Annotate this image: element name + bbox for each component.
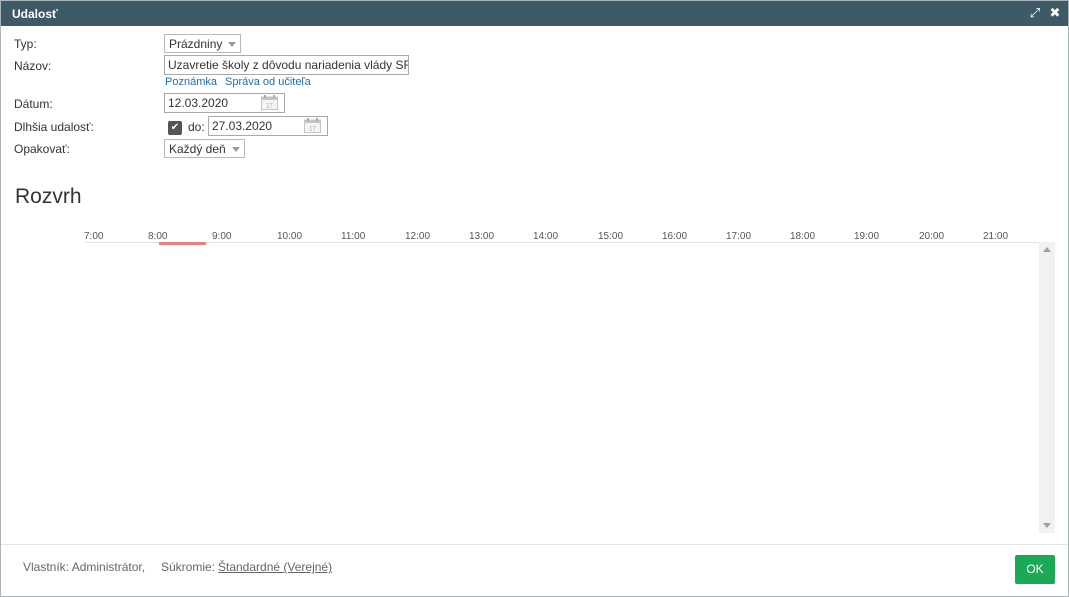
privacy-link[interactable]: Štandardné (Verejné) [218, 560, 332, 574]
hour-label: 10:00 [277, 231, 303, 242]
hour-label: 12:00 [405, 231, 431, 242]
hour-label: 8:00 [148, 231, 168, 242]
opakovat-label: Opakovať: [14, 142, 70, 156]
schedule-scrollbar[interactable] [1039, 242, 1055, 533]
nazov-label: Názov: [14, 59, 52, 73]
timeline-axis [85, 242, 1039, 243]
hour-label: 15:00 [598, 231, 624, 242]
dialog-title: Udalosť [12, 7, 58, 21]
dlhsia-checkbox[interactable]: ✔ [168, 121, 182, 135]
scroll-down-icon[interactable] [1043, 523, 1051, 528]
hour-label: 13:00 [469, 231, 495, 242]
dlhsia-label: Dlhšia udalosť: [14, 120, 94, 134]
calendar-icon[interactable]: 17 [261, 95, 278, 110]
ok-button[interactable]: OK [1015, 555, 1055, 584]
hour-label: 7:00 [84, 231, 104, 242]
event-dialog: Udalosť ⤢ ✖ Typ: Prázdniny Názov: Uzavre… [0, 0, 1069, 597]
hour-label: 11:00 [341, 231, 366, 242]
privacy-label: Súkromie: [161, 560, 216, 574]
event-marker [159, 242, 206, 245]
dialog-titlebar: Udalosť ⤢ ✖ [1, 1, 1068, 26]
calendar-icon[interactable]: 17 [304, 118, 321, 133]
hour-label: 20:00 [919, 231, 945, 242]
scroll-up-icon[interactable] [1043, 247, 1051, 252]
checkmark-icon: ✔ [170, 122, 180, 133]
hour-label: 16:00 [662, 231, 688, 242]
hour-label: 17:00 [726, 231, 752, 242]
opakovat-select-value: Každý deň [169, 142, 226, 156]
do-label: do: [188, 120, 205, 134]
hour-label: 9:00 [212, 231, 232, 242]
owner-text: Vlastník: Administrátor, [23, 560, 146, 574]
hour-label: 21:00 [983, 231, 1009, 242]
calendar-day: 17 [266, 104, 273, 110]
typ-select-value: Prázdniny [169, 37, 223, 51]
close-icon[interactable]: ✖ [1047, 5, 1063, 21]
expand-icon[interactable]: ⤢ [1027, 5, 1043, 21]
footer-divider [1, 544, 1068, 545]
datum-label: Dátum: [14, 97, 53, 111]
calendar-day: 17 [309, 127, 316, 133]
opakovat-select[interactable]: Každý deň [164, 139, 245, 158]
hour-label: 19:00 [854, 231, 880, 242]
sprava-link[interactable]: Správa od učiteľa [225, 76, 311, 88]
typ-select[interactable]: Prázdniny [164, 34, 241, 53]
poznamka-link[interactable]: Poznámka [165, 76, 217, 88]
hour-label: 14:00 [533, 231, 559, 242]
chevron-down-icon [228, 42, 236, 47]
nazov-input[interactable]: Uzavretie školy z dôvodu nariadenia vlád… [164, 55, 409, 75]
hour-label: 18:00 [790, 231, 816, 242]
typ-label: Typ: [14, 37, 37, 51]
schedule-heading: Rozvrh [15, 185, 82, 208]
chevron-down-icon [232, 147, 240, 152]
